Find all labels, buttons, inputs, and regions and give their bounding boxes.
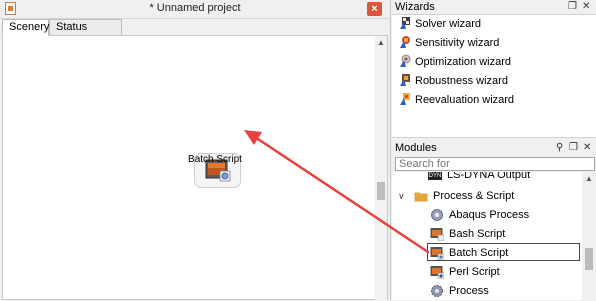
tab-scenery[interactable]: Scenery xyxy=(2,19,49,36)
chevron-down-icon[interactable]: ∨ xyxy=(398,187,405,205)
modules-search-input[interactable] xyxy=(395,157,595,171)
dyn-icon: DYN xyxy=(428,172,442,180)
module-label: Perl Script xyxy=(449,266,500,278)
search-icon[interactable]: ⚲ xyxy=(556,141,563,155)
wizard-item-sensitivity[interactable]: Sensitivity wizard xyxy=(400,34,499,52)
canvas-scrollbar[interactable]: ▲ xyxy=(375,36,387,301)
solver-wizard-icon xyxy=(400,16,411,29)
wizards-list: Solver wizard Sensitivity wizard Optimiz… xyxy=(392,14,596,138)
batch-script-node-label: Batch Script xyxy=(188,154,242,165)
modules-scrollbar[interactable]: ▲ xyxy=(582,172,596,300)
optimization-wizard-icon xyxy=(400,54,411,67)
wizard-item-solver[interactable]: Solver wizard xyxy=(400,15,481,33)
wizard-item-reevaluation[interactable]: Reevaluation wizard xyxy=(400,91,514,109)
right-dock: Wizards ❐ ✕ Solver wizard Sensitivity wi… xyxy=(392,0,596,300)
title-bar: * Unnamed project × xyxy=(0,0,390,19)
close-button[interactable]: × xyxy=(367,2,382,16)
gear-icon xyxy=(431,285,443,297)
script-icon xyxy=(430,247,444,260)
wizards-title: Wizards xyxy=(395,1,435,13)
wizard-label: Reevaluation wizard xyxy=(415,94,515,106)
module-label: Abaqus Process xyxy=(449,209,530,221)
scroll-up-icon[interactable]: ▲ xyxy=(377,39,385,47)
wizard-label: Solver wizard xyxy=(415,18,482,30)
module-label: Bash Script xyxy=(449,228,506,240)
scroll-up-icon[interactable]: ▲ xyxy=(585,174,593,183)
float-icon[interactable]: ❐ xyxy=(569,141,578,155)
close-icon[interactable]: ✕ xyxy=(583,141,591,155)
module-label: Batch Script xyxy=(449,247,509,259)
close-icon[interactable]: ✕ xyxy=(582,0,590,14)
wizard-item-robustness[interactable]: Robustness wizard xyxy=(400,72,508,90)
script-icon xyxy=(430,266,444,279)
modules-panel-header: Modules ⚲ ❐ ✕ xyxy=(392,141,596,155)
module-label: Process & Script xyxy=(433,190,515,202)
modules-tree: DYN LS-DYNA Output ∨ Process & Script Ab… xyxy=(392,172,596,300)
window-title: * Unnamed project xyxy=(149,2,241,14)
script-icon xyxy=(430,228,444,241)
project-window: * Unnamed project × Scenery Status overv… xyxy=(0,0,391,301)
scenery-canvas[interactable]: ▲ xyxy=(2,35,388,301)
canvas-scroll-thumb[interactable] xyxy=(377,182,385,200)
wizards-panel-header: Wizards ❐ ✕ xyxy=(392,0,596,14)
tab-status-overview[interactable]: Status overview xyxy=(49,19,122,48)
wizard-label: Optimization wizard xyxy=(415,56,511,68)
abaqus-icon xyxy=(431,209,443,221)
tab-bar: Scenery Status overview xyxy=(0,19,390,48)
wizard-label: Robustness wizard xyxy=(415,75,508,87)
wizard-label: Sensitivity wizard xyxy=(415,37,500,49)
module-label: LS-DYNA Output xyxy=(447,172,531,181)
sensitivity-wizard-icon xyxy=(400,35,411,48)
reevaluation-wizard-icon xyxy=(400,92,411,105)
folder-icon xyxy=(414,192,428,202)
wizard-item-optimization[interactable]: Optimization wizard xyxy=(400,53,511,71)
modules-scroll-thumb[interactable] xyxy=(585,248,593,270)
module-label: Process xyxy=(449,285,489,297)
robustness-wizard-icon xyxy=(400,73,411,86)
float-icon[interactable]: ❐ xyxy=(568,0,577,14)
modules-title: Modules xyxy=(395,142,437,154)
